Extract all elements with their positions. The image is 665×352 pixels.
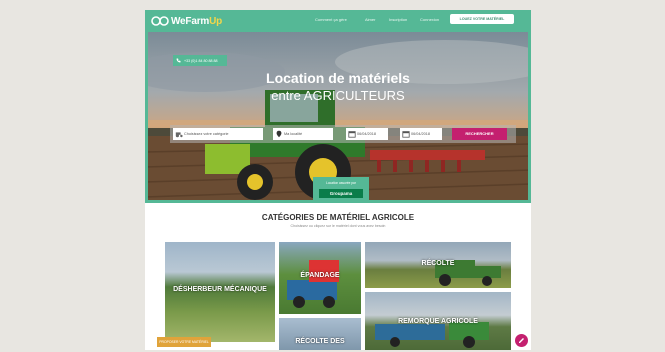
- partner-caption: Location assurée par: [326, 181, 356, 185]
- offer-equipment-tab[interactable]: PROPOSER VOTRE MATÉRIEL: [157, 337, 211, 347]
- category-tile-weeder[interactable]: DÉSHERBEUR MÉCANIQUE: [165, 242, 275, 342]
- category-label: ÉPANDAGE: [300, 272, 340, 279]
- logo-prefix: WeFarm: [171, 15, 210, 27]
- phone-badge[interactable]: +33 (0)1 84 80 88 88: [173, 55, 227, 66]
- phone-icon: [176, 58, 181, 63]
- end-date: 06/04/2018: [411, 132, 431, 136]
- category-label: DÉSHERBEUR MÉCANIQUE: [173, 286, 267, 293]
- category-tile-harvest[interactable]: RÉCOLTE: [365, 242, 511, 288]
- category-tile-spreading[interactable]: ÉPANDAGE: [279, 242, 361, 314]
- hero-title: Location de matériels: [266, 70, 410, 86]
- logo-icon: [151, 16, 169, 26]
- location-placeholder: Ma localité: [284, 132, 303, 136]
- site-header: WeFarmUp Comment ça gère Aimer Inscripti…: [145, 10, 531, 32]
- nav-link-how-it-works[interactable]: Comment ça gère: [315, 17, 347, 22]
- category-label: REMORQUE AGRICOLE: [398, 318, 478, 325]
- categories-title: CATÉGORIES DE MATÉRIEL AGRICOLE: [261, 213, 415, 222]
- chat-button[interactable]: [515, 334, 528, 347]
- category-placeholder: Choisissez votre catégorie: [184, 132, 229, 136]
- web-page: WeFarmUp Comment ça gère Aimer Inscripti…: [145, 10, 531, 350]
- site-logo[interactable]: WeFarmUp: [151, 14, 222, 28]
- hero-subtitle: entre AGRICULTEURS: [271, 88, 405, 103]
- nav-link-login[interactable]: Connexion: [420, 17, 439, 22]
- category-select[interactable]: Choisissez votre catégorie: [173, 128, 263, 140]
- category-label: RÉCOLTE: [421, 260, 455, 267]
- calendar-icon: [348, 131, 356, 138]
- location-pin-icon: [276, 130, 282, 138]
- pencil-icon: [519, 338, 524, 343]
- groupama-logo[interactable]: Groupama: [319, 189, 363, 198]
- start-date-input[interactable]: 06/04/2018: [346, 128, 388, 140]
- logo-text: WeFarmUp: [171, 16, 222, 27]
- category-label: RÉCOLTE DES: [295, 338, 345, 345]
- category-tile-harvest-2[interactable]: RÉCOLTE DES: [279, 318, 361, 350]
- phone-number: +33 (0)1 84 80 88 88: [184, 58, 218, 63]
- insurance-partner-badge: Location assurée par Groupama: [313, 177, 369, 202]
- start-date: 06/04/2018: [357, 132, 377, 136]
- end-date-input[interactable]: 06/04/2018: [400, 128, 442, 140]
- location-input[interactable]: Ma localité: [273, 128, 333, 140]
- category-tile-trailer[interactable]: REMORQUE AGRICOLE: [365, 292, 511, 350]
- search-button[interactable]: RECHERCHER: [452, 128, 507, 140]
- categories-subtitle: Choisissez ou cliquez sur le matériel do…: [290, 224, 386, 228]
- nav-link-signup[interactable]: Inscription: [389, 17, 407, 22]
- rent-your-equipment-button[interactable]: LOUEZ VOTRE MATÉRIEL: [450, 14, 514, 24]
- logo-suffix: Up: [209, 15, 223, 27]
- search-bar: Choisissez votre catégorie Ma localité 0…: [170, 125, 516, 143]
- nav-link-like[interactable]: Aimer: [365, 17, 375, 22]
- calendar-icon: [402, 131, 410, 138]
- tractor-icon: [175, 132, 183, 138]
